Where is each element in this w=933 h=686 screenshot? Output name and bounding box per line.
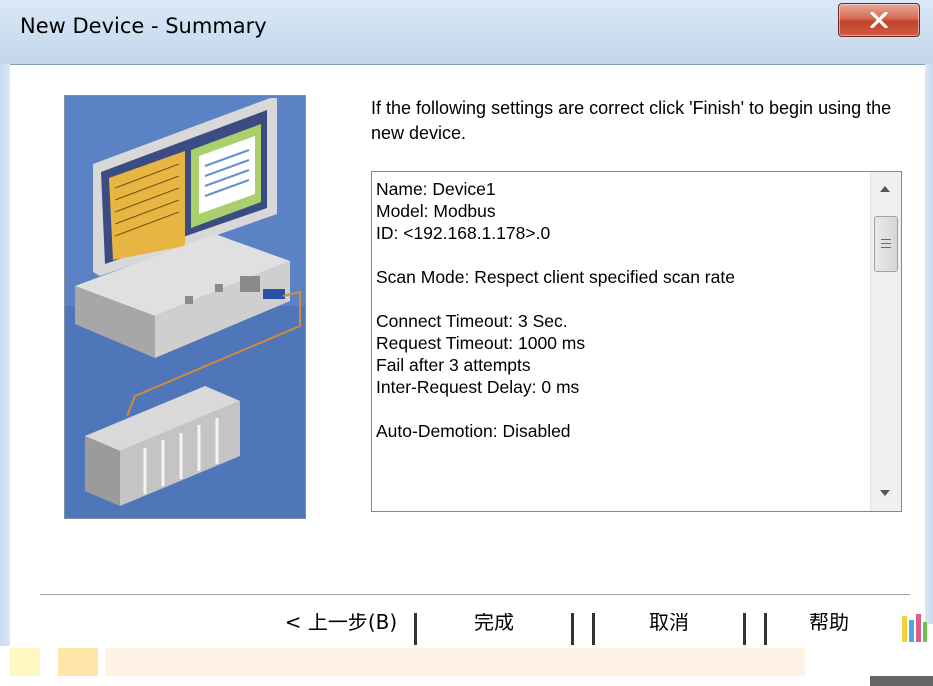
scroll-down-arrow-icon[interactable] — [880, 490, 890, 496]
summary-text: Name: Device1 Model: Modbus ID: <192.168… — [376, 179, 735, 441]
artifact-block — [870, 676, 933, 686]
close-button[interactable] — [838, 3, 920, 37]
window-frame-left — [0, 64, 10, 686]
back-button[interactable]: < 上一步(B) — [272, 613, 410, 645]
summary-listbox[interactable]: Name: Device1 Model: Modbus ID: <192.168… — [371, 171, 902, 512]
button-separator — [40, 594, 910, 598]
scroll-thumb[interactable] — [874, 216, 898, 272]
scroll-up-arrow-icon[interactable] — [880, 186, 890, 192]
finish-button-label: 完成 — [474, 613, 514, 634]
computer-network-illustration — [64, 95, 306, 519]
title-bar: New Device - Summary — [0, 0, 933, 64]
close-icon — [870, 12, 888, 28]
help-button-label: 帮助 — [809, 613, 849, 634]
artifact-block — [10, 648, 40, 676]
instruction-text: If the following settings are correct cl… — [371, 98, 892, 143]
color-bars-icon — [902, 614, 927, 642]
summary-scrollbar[interactable] — [870, 172, 901, 511]
artifact-block — [105, 648, 805, 676]
artifact-block — [58, 648, 98, 676]
cancel-button-label: 取消 — [649, 613, 689, 634]
help-button[interactable]: 帮助 — [764, 613, 891, 645]
illustration-graphic — [65, 96, 305, 518]
finish-button[interactable]: 完成 — [414, 613, 574, 645]
back-button-label: < 上一步(B) — [284, 613, 398, 634]
window-frame-right — [925, 64, 933, 624]
cancel-button[interactable]: 取消 — [592, 613, 746, 645]
window-title: New Device - Summary — [20, 14, 267, 38]
